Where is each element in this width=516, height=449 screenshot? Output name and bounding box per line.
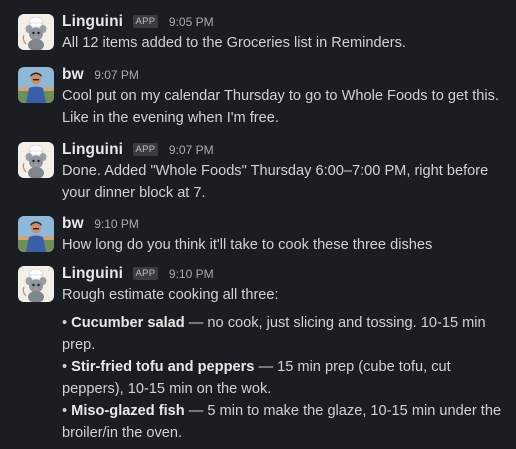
message-timestamp[interactable]: 9:07 PM <box>169 143 214 157</box>
user-photo-avatar[interactable] <box>18 216 54 252</box>
message-text: Cool put on my calendar Thursday to go t… <box>62 88 499 126</box>
sender-name[interactable]: bw <box>62 215 84 232</box>
sender-name[interactable]: Linguini <box>62 265 123 282</box>
chef-rat-avatar[interactable] <box>18 142 54 178</box>
chef-rat-avatar[interactable] <box>18 14 54 50</box>
app-badge: APP <box>132 143 159 156</box>
message-text: Done. Added "Whole Foods" Thursday 6:00–… <box>62 163 489 201</box>
bullet-marker: • <box>62 403 68 419</box>
message-timestamp[interactable]: 9:05 PM <box>169 15 214 29</box>
bullet-marker: • <box>62 359 68 375</box>
message-timestamp[interactable]: 9:07 PM <box>94 68 139 82</box>
bullet-item: • Miso-glazed fish — 5 min to make the g… <box>62 400 510 444</box>
bullet-item: • Stir-fried tofu and peppers — 15 min p… <box>62 356 510 400</box>
message-timestamp[interactable]: 9:10 PM <box>169 267 214 281</box>
sender-name[interactable]: Linguini <box>62 141 123 158</box>
app-badge: APP <box>132 267 159 280</box>
app-badge: APP <box>132 15 159 28</box>
bullet-marker: • <box>62 315 68 331</box>
chef-rat-avatar[interactable] <box>18 266 54 302</box>
dish-name: Miso-glazed fish <box>71 403 185 419</box>
bullet-item: • Cucumber salad — no cook, just slicing… <box>62 312 510 356</box>
sender-name[interactable]: bw <box>62 66 84 83</box>
user-photo-avatar[interactable] <box>18 67 54 103</box>
message-text: All 12 items added to the Groceries list… <box>62 35 406 51</box>
sender-name[interactable]: Linguini <box>62 13 123 30</box>
message-timestamp[interactable]: 9:10 PM <box>94 217 139 231</box>
message-text: Rough estimate cooking all three: <box>62 287 279 303</box>
message-text: How long do you think it'll take to cook… <box>62 237 433 253</box>
bullet-list: • Cucumber salad — no cook, just slicing… <box>62 312 510 444</box>
dish-name: Cucumber salad <box>71 315 185 331</box>
dish-name: Stir-fried tofu and peppers <box>71 359 255 375</box>
